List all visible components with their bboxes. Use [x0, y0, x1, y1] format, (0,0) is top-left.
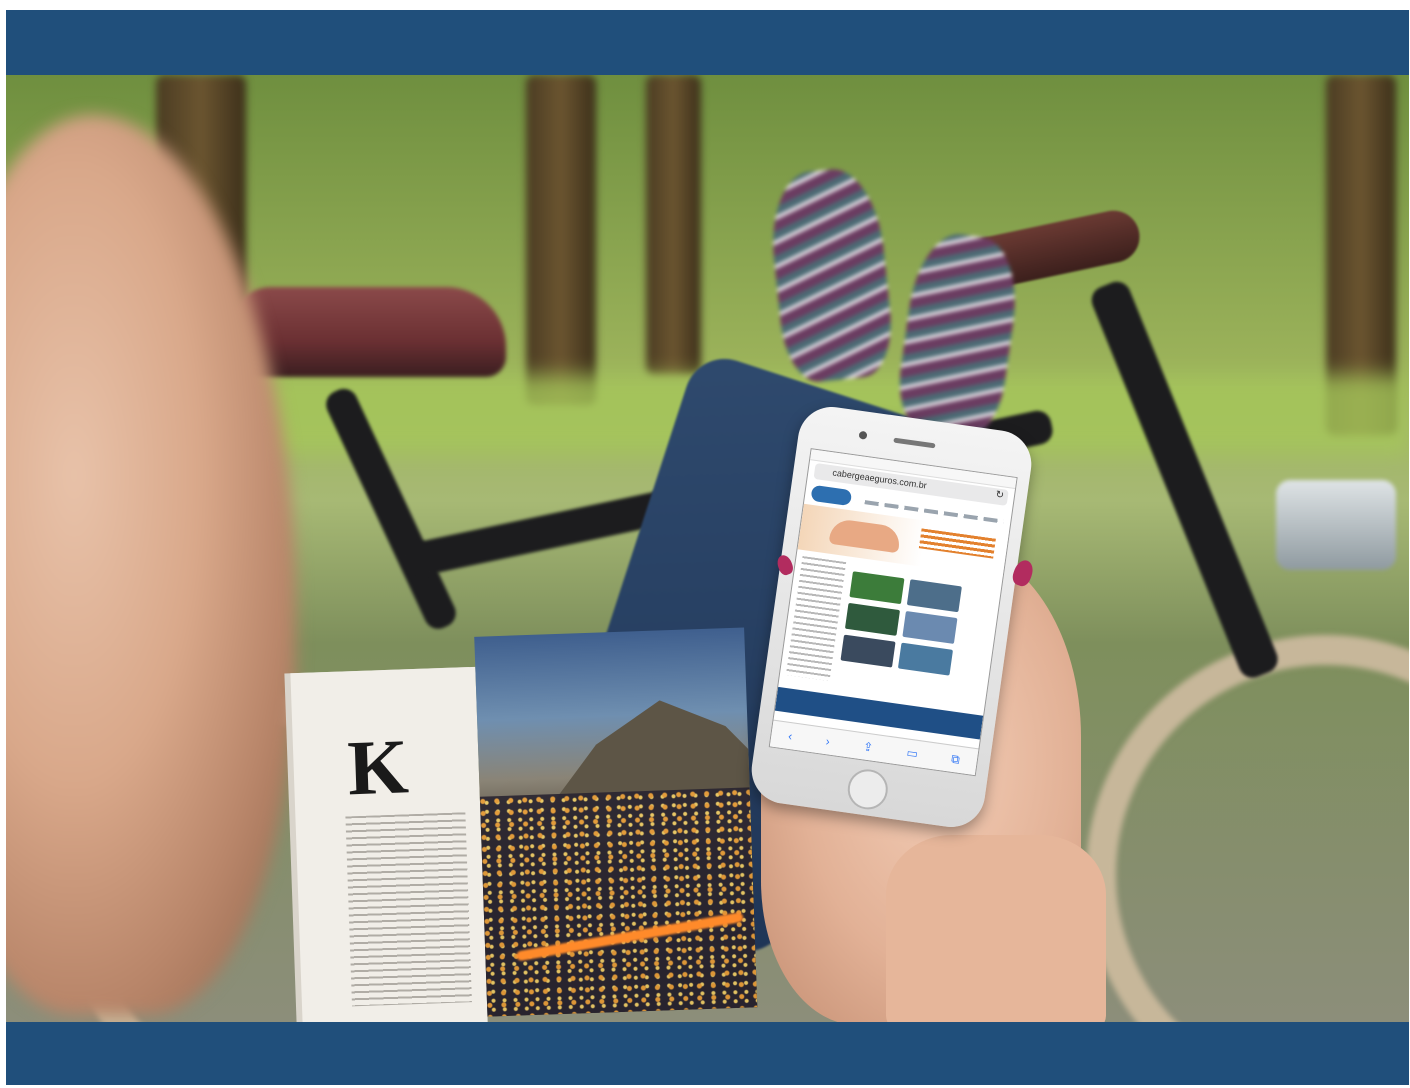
magazine-body-text [345, 812, 472, 1007]
wrist [886, 835, 1106, 1022]
phone-screen: cabergeaeguros.com.br ↻ ‹ › ⇪ ▭ ⧉ [768, 448, 1018, 777]
video-tile[interactable] [902, 610, 958, 644]
site-logo[interactable] [810, 484, 853, 507]
video-tile[interactable] [844, 602, 901, 636]
speaker-grill [893, 437, 936, 449]
site-sidebar-text [785, 556, 847, 681]
share-icon[interactable]: ⇪ [862, 739, 874, 754]
magazine-text-page: K [290, 666, 488, 1022]
magazine-photo-page [474, 627, 758, 1017]
tree-trunk [526, 75, 596, 405]
top-band [6, 10, 1409, 75]
bottom-band [6, 1022, 1409, 1085]
camera-icon [858, 430, 868, 440]
bicycle-saddle [231, 287, 506, 377]
sneaker-left [765, 164, 897, 386]
hero-photo [828, 517, 902, 554]
image-frame: K cabergeaeguros.com.br ↻ ‹ › ⇪ ▭ ⧉ [6, 10, 1409, 1085]
tree-trunk [646, 75, 701, 375]
photo: K cabergeaeguros.com.br ↻ ‹ › ⇪ ▭ ⧉ [6, 75, 1409, 1022]
blurred-face [6, 115, 296, 1015]
bicycle-lamp [1276, 480, 1396, 570]
forward-icon[interactable]: › [825, 734, 831, 748]
video-tile[interactable] [897, 642, 954, 676]
video-tile[interactable] [840, 634, 896, 668]
back-icon[interactable]: ‹ [787, 729, 793, 743]
magazine: K [289, 627, 772, 1022]
video-tile[interactable] [906, 579, 962, 613]
magazine-drop-cap: K [346, 722, 410, 812]
video-tile[interactable] [849, 571, 905, 605]
hero-headline [918, 528, 996, 559]
bicycle-front-wheel [1086, 635, 1409, 1022]
bookmarks-icon[interactable]: ▭ [906, 745, 919, 760]
tabs-icon[interactable]: ⧉ [950, 751, 960, 767]
city-lights [479, 787, 758, 1017]
bicycle-fork [1087, 277, 1282, 682]
reload-icon[interactable]: ↻ [995, 489, 1005, 501]
home-button[interactable] [845, 766, 891, 812]
